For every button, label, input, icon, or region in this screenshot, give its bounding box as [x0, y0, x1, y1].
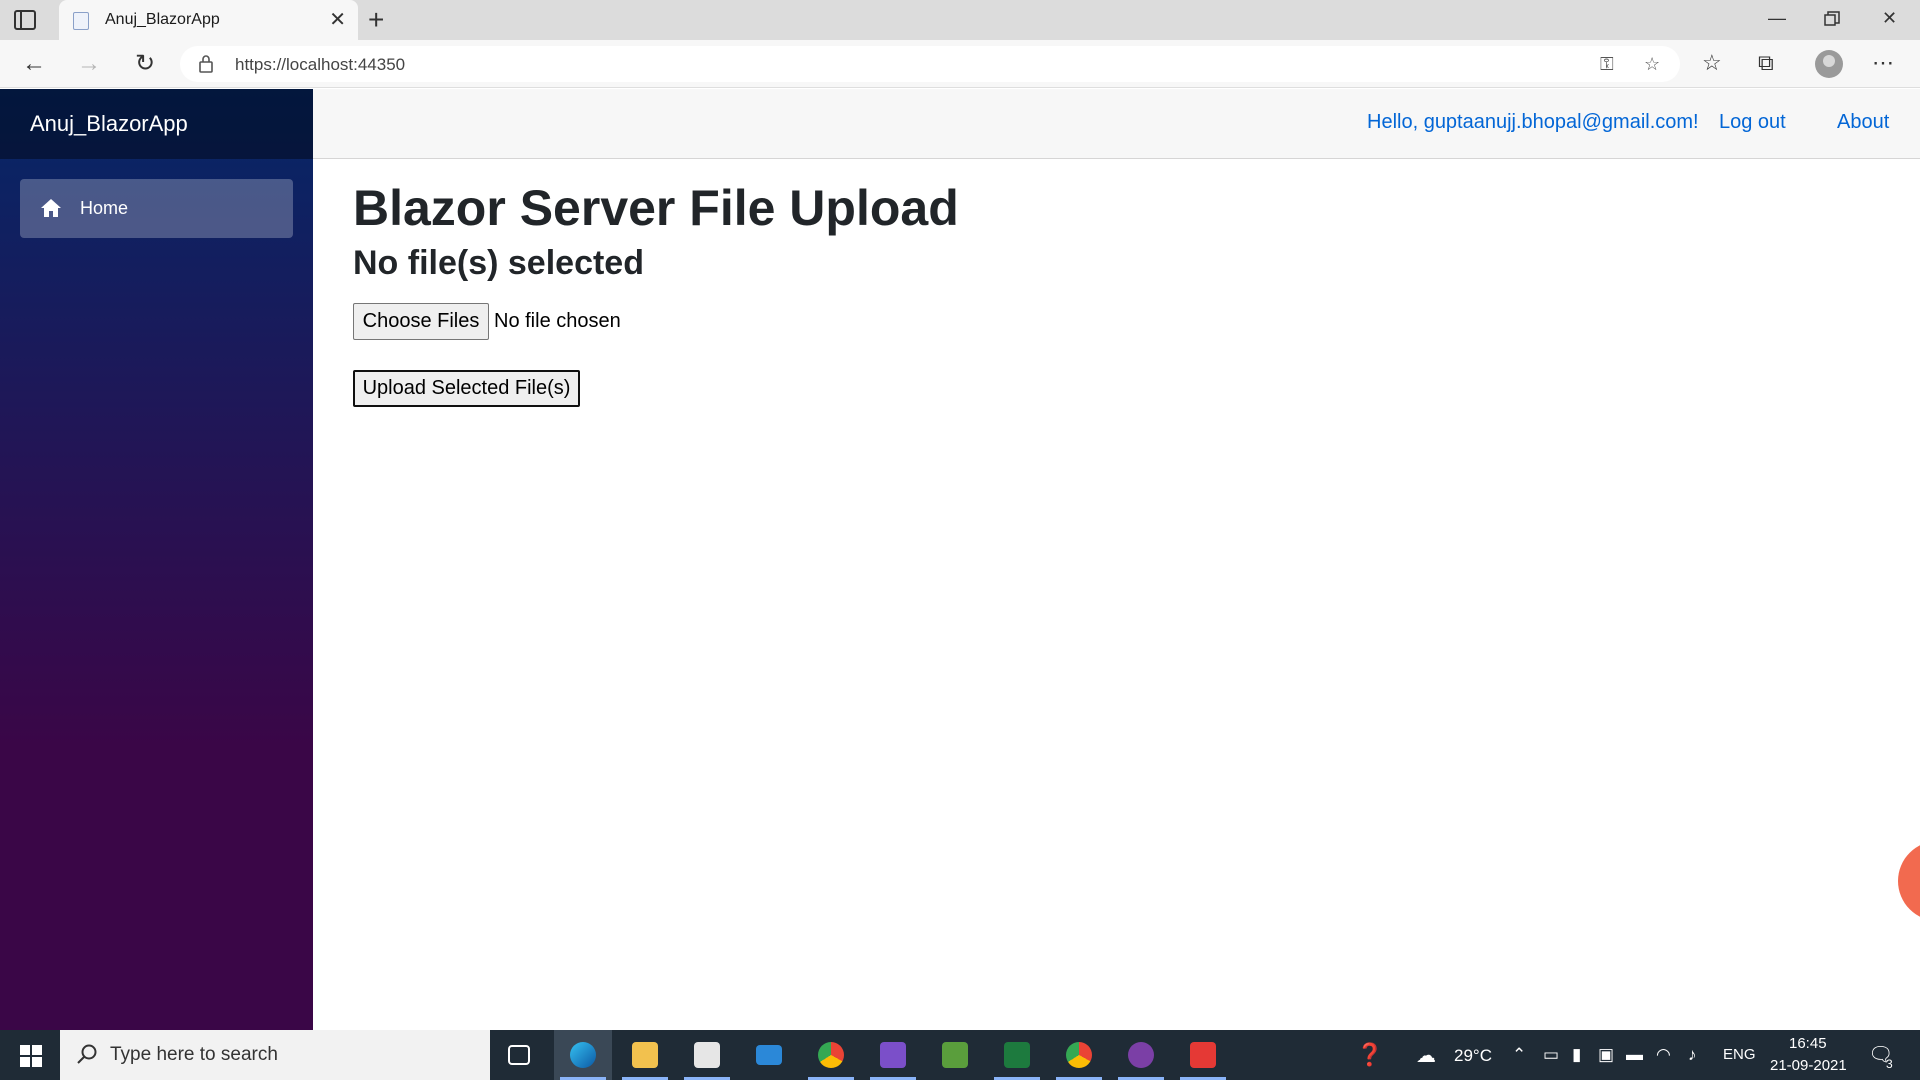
store-icon[interactable] [678, 1030, 736, 1080]
browser-tab[interactable]: Anuj_BlazorApp ✕ [59, 0, 358, 40]
browser-address-bar: ← → ↻ https://localhost:44350 ⚿ ☆ ☆ ⧉ ⋯ [0, 40, 1920, 88]
home-icon [41, 199, 61, 217]
new-tab-icon[interactable]: + [368, 6, 384, 34]
clock-date[interactable]: 21-09-2021 [1770, 1057, 1847, 1074]
chrome-icon[interactable] [802, 1030, 860, 1080]
about-link[interactable]: About [1837, 111, 1889, 134]
choose-files-button[interactable]: Choose Files [353, 303, 489, 340]
notification-count: 3 [1886, 1057, 1893, 1071]
sidebar-item-label: Home [80, 198, 129, 218]
file-explorer-icon[interactable] [616, 1030, 674, 1080]
tab-title: Anuj_BlazorApp [105, 11, 220, 28]
task-view-icon[interactable] [490, 1030, 548, 1080]
web-page: Anuj_BlazorApp Home Hello, guptaanujj.bh… [0, 89, 1920, 1030]
forward-icon[interactable]: → [75, 50, 103, 78]
brand-bar: Anuj_BlazorApp [0, 89, 313, 159]
battery-icon[interactable]: ▬ [1626, 1045, 1643, 1065]
app-brand[interactable]: Anuj_BlazorApp [30, 111, 188, 137]
image-app-icon[interactable] [926, 1030, 984, 1080]
back-icon[interactable]: ← [20, 50, 48, 78]
user-greeting-link[interactable]: Hello, guptaanujj.bhopal@gmail.com! [1367, 111, 1699, 134]
sidebar: Anuj_BlazorApp Home [0, 89, 313, 1030]
url-text: https://localhost:44350 [235, 55, 406, 74]
edge-icon[interactable] [554, 1030, 612, 1080]
weather-temp[interactable]: 29°C [1454, 1046, 1492, 1066]
refresh-icon[interactable]: ↻ [131, 50, 159, 78]
minimize-icon[interactable]: — [1768, 8, 1786, 29]
key-icon[interactable]: ⚿ [1600, 54, 1614, 75]
show-hidden-icons-icon[interactable]: ⌃ [1512, 1045, 1526, 1065]
windows-taskbar: Type here to search ❓ ☁ 29°C ⌃ ▭ ▮ ▣ ▬ ◠… [0, 1030, 1920, 1080]
profile-avatar[interactable] [1815, 50, 1843, 78]
logout-link[interactable]: Log out [1719, 111, 1786, 134]
close-tab-icon[interactable]: ✕ [329, 10, 346, 30]
github-desktop-icon[interactable] [1112, 1030, 1170, 1080]
browser-tab-bar: Anuj_BlazorApp ✕ + — ✕ [0, 0, 1920, 40]
floating-widget-icon[interactable] [1898, 841, 1920, 921]
favorites-icon[interactable]: ☆ [1702, 50, 1722, 76]
add-favorite-icon[interactable]: ☆ [1644, 54, 1660, 75]
file-chosen-status: No file chosen [494, 310, 621, 332]
windows-start-icon[interactable] [20, 1045, 42, 1067]
chrome-profile-icon[interactable] [1050, 1030, 1108, 1080]
restore-icon[interactable] [1824, 11, 1840, 27]
excel-icon[interactable] [988, 1030, 1046, 1080]
wifi-icon[interactable]: ◠ [1656, 1045, 1671, 1065]
upload-button[interactable]: Upload Selected File(s) [353, 370, 580, 407]
tab-actions-icon[interactable] [14, 10, 36, 30]
taskbar-search[interactable]: Type here to search [60, 1030, 490, 1080]
more-options-icon[interactable]: ⋯ [1872, 50, 1894, 76]
recorder-icon[interactable] [1174, 1030, 1232, 1080]
help-icon[interactable]: ❓ [1356, 1042, 1383, 1068]
url-field[interactable]: https://localhost:44350 ⚿ ☆ [180, 46, 1680, 82]
visual-studio-icon[interactable] [864, 1030, 922, 1080]
collections-icon[interactable]: ⧉ [1758, 50, 1774, 76]
language-indicator[interactable]: ENG [1723, 1046, 1756, 1063]
mail-icon[interactable] [740, 1030, 798, 1080]
selection-status: No file(s) selected [353, 244, 644, 282]
page-favicon-icon [73, 12, 89, 30]
microphone-icon[interactable]: ▮ [1572, 1045, 1581, 1065]
close-window-icon[interactable]: ✕ [1882, 8, 1897, 29]
weather-icon[interactable]: ☁ [1416, 1043, 1436, 1068]
lock-icon[interactable] [198, 54, 214, 74]
display-icon[interactable]: ▣ [1598, 1045, 1614, 1065]
clock-time[interactable]: 16:45 [1789, 1035, 1827, 1052]
search-placeholder: Type here to search [110, 1044, 278, 1065]
sidebar-item-home[interactable]: Home [20, 179, 293, 238]
search-icon [77, 1044, 97, 1064]
volume-icon[interactable]: ♪ [1688, 1045, 1697, 1065]
top-row: Hello, guptaanujj.bhopal@gmail.com! Log … [313, 89, 1920, 159]
camera-icon[interactable]: ▭ [1543, 1045, 1559, 1065]
page-title: Blazor Server File Upload [353, 180, 959, 236]
